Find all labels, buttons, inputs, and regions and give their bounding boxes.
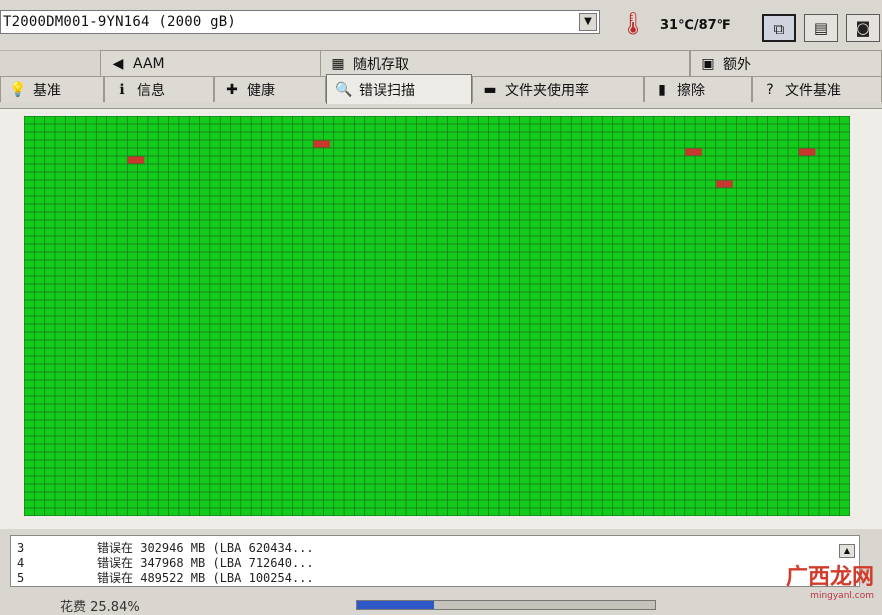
tab-label: 错误扫描	[359, 82, 415, 99]
tab-top-1[interactable]: ▦ 随机存取	[320, 50, 690, 76]
scroll-up-arrow-icon[interactable]: ▲	[839, 544, 855, 558]
trash-icon: ▮	[658, 81, 666, 98]
progress-fill	[357, 601, 435, 609]
watermark-text: 广西龙网	[785, 565, 874, 590]
log-entry[interactable]: 4 错误在 347968 MB (LBA 712640...	[17, 554, 314, 570]
tab-label: AAM	[133, 55, 165, 72]
error-scan-grid	[24, 116, 850, 516]
tab-label: 随机存取	[353, 56, 409, 73]
log-entry[interactable]: 5 错误在 489522 MB (LBA 100254...	[17, 569, 314, 585]
bad-sector-block	[716, 180, 733, 188]
progress-bar	[356, 600, 656, 610]
lightbulb-icon: 💡	[9, 81, 27, 98]
log-entry[interactable]: 3 错误在 302946 MB (LBA 620434...	[17, 539, 314, 555]
top-toolbar: T2000DM001-9YN164 (2000 gB) ▼ 🌡 31℃/87℉ …	[0, 0, 882, 51]
watermark-url: mingyanl.com	[810, 591, 874, 601]
drive-name: T2000DM001-9YN164 (2000 gB)	[3, 14, 236, 30]
bad-sector-block	[313, 140, 331, 148]
camera-icon: ◙	[855, 19, 871, 37]
watermark-logo: 广西龙网 mingyanl.com	[778, 566, 874, 610]
tab-bottom-4[interactable]: ▬ 文件夹使用率	[472, 76, 644, 102]
tab-bottom-0[interactable]: 💡 基准	[0, 76, 104, 102]
log-entry-number: 3	[17, 541, 25, 555]
log-entry-text: 错误在 489522 MB (LBA 100254...	[97, 571, 314, 585]
bad-sector-block	[685, 148, 702, 156]
magnifier-icon: 🔍	[335, 81, 353, 98]
tab-top-2[interactable]: ▣ 额外	[690, 50, 882, 76]
status-bar: 花费 25.84%	[0, 594, 882, 615]
random-access-icon: ▦	[331, 55, 345, 72]
save-icon: ▤	[813, 19, 829, 37]
save-report-button[interactable]: ▤	[804, 14, 838, 42]
bad-sector-block	[127, 156, 145, 164]
tab-bottom-5[interactable]: ▮ 擦除	[644, 76, 752, 102]
log-entry-number: 5	[17, 571, 25, 585]
log-entry-number: 4	[17, 556, 25, 570]
tab-top-0[interactable]: ◀ AAM	[100, 50, 322, 76]
tab-bottom-2[interactable]: ✚ 健康	[214, 76, 326, 102]
tab-label: 信息	[137, 82, 165, 99]
copy-report-button[interactable]: ⧉	[762, 14, 796, 42]
chevron-down-icon[interactable]: ▼	[579, 13, 597, 31]
tab-label: 文件基准	[785, 82, 841, 99]
temperature-readout: 31℃/87℉	[660, 18, 731, 33]
tab-bottom-6[interactable]: ? 文件基准	[752, 76, 882, 102]
extra-icon: ▣	[701, 55, 715, 72]
tab-bar: ◀ AAM ▦ 随机存取 ▣ 额外 💡 基准 ℹ 信息 ✚ 健康 🔍 错误扫描 ▬ 文件夹使用率 ▮ 擦除? 文件…	[0, 50, 882, 108]
copy-icon: ⧉	[773, 20, 785, 38]
info-icon: ℹ	[119, 81, 125, 98]
tab-label: 文件夹使用率	[505, 82, 589, 99]
tab-bottom-3[interactable]: 🔍 错误扫描	[326, 74, 472, 104]
drive-selector[interactable]: T2000DM001-9YN164 (2000 gB) ▼	[0, 10, 600, 34]
tab-row-bottom: 💡 基准 ℹ 信息 ✚ 健康 🔍 错误扫描 ▬ 文件夹使用率 ▮ 擦除? 文件基准	[0, 74, 882, 106]
file-benchmark-icon: ?	[766, 81, 774, 98]
tab-label: 健康	[247, 82, 275, 99]
tab-label: 额外	[723, 56, 751, 73]
tab-label: 擦除	[677, 82, 705, 99]
status-text: 花费 25.84%	[60, 600, 140, 615]
error-log-list[interactable]: 3 错误在 302946 MB (LBA 620434... 4 错误在 347968…	[10, 535, 860, 587]
tab-bottom-1[interactable]: ℹ 信息	[104, 76, 214, 102]
health-cross-icon: ✚	[226, 81, 238, 98]
speaker-icon: ◀	[112, 55, 124, 72]
bad-sector-block	[798, 148, 816, 156]
screenshot-button[interactable]: ◙	[846, 14, 880, 42]
thermometer-icon: 🌡	[619, 12, 647, 37]
folder-icon: ▬	[483, 81, 497, 98]
tab-label: 基准	[33, 82, 61, 99]
